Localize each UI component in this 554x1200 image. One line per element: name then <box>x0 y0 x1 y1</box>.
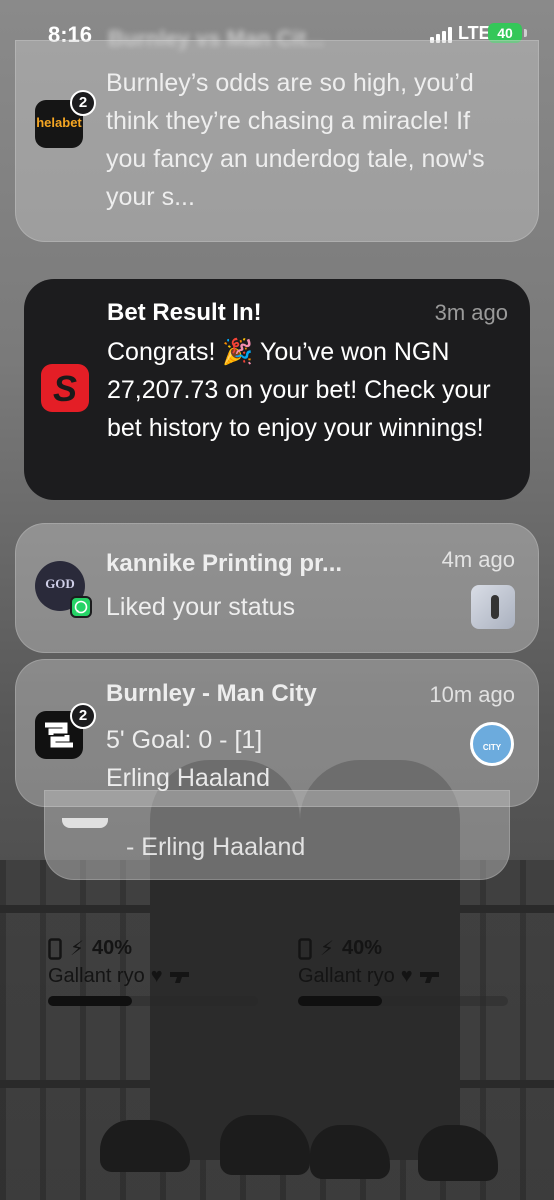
battery-level: 40 <box>497 25 513 41</box>
battery-widget[interactable]: ⚡ 40% Gallant ryo ♥ <box>48 936 258 1016</box>
goal-scorer: Erling Haaland <box>106 764 270 792</box>
notification-title: Bet Result In! <box>107 299 262 326</box>
notification-time: 4m ago <box>441 547 515 572</box>
notification-body: Congrats! 🎉 You’ve won NGN 27,207.73 on … <box>107 338 491 442</box>
battery-tip <box>524 29 527 37</box>
sportybet-app-icon: S <box>41 364 89 412</box>
notification-match-goal[interactable]: 2 Burnley - Man City 10m ago 5' Goal: 0 … <box>15 659 539 807</box>
heart-icon: ♥ <box>150 965 163 987</box>
device-name: Gallant ryo <box>48 965 145 987</box>
whatsapp-icon <box>70 596 92 618</box>
battery-progress-track <box>48 996 258 1006</box>
notification-count-badge: 2 <box>70 90 96 116</box>
battery-widget[interactable]: ⚡ 40% Gallant ryo ♥ <box>298 936 508 1016</box>
phone-icon <box>298 937 312 960</box>
app-icon-peek <box>62 818 108 828</box>
battery-progress-fill <box>48 996 132 1006</box>
notification-time: 3m ago <box>434 300 508 325</box>
notification-time: 10m ago <box>429 682 515 707</box>
crest-text: CITY <box>482 743 502 752</box>
notification-title: kannike Printing pr... <box>106 550 343 577</box>
notification-whatsapp[interactable]: GOD kannike Printing pr... 4m ago Liked … <box>15 523 539 653</box>
notification-title: Burnley - Man City <box>106 680 317 707</box>
pistol-icon <box>419 971 439 983</box>
battery-progress-track <box>298 996 508 1006</box>
man-city-crest: CITY <box>470 722 514 766</box>
helabet-logo-text: helabet <box>36 115 82 130</box>
goal-score-line: 5' Goal: 0 - [1] <box>106 726 263 754</box>
battery-percent: 40% <box>92 937 133 959</box>
battery-progress-fill <box>298 996 382 1006</box>
notification-body: - Erling Haaland <box>126 833 306 861</box>
heart-icon: ♥ <box>400 965 413 987</box>
notification-bet-result[interactable]: S Bet Result In! 3m ago Congrats! 🎉 You’… <box>24 279 530 500</box>
notification-count-badge: 2 <box>70 703 96 729</box>
status-thumbnail <box>471 585 515 629</box>
phone-icon <box>48 937 62 960</box>
sportybet-logo: S <box>52 368 77 409</box>
notification-body: Liked your status <box>106 593 295 621</box>
pistol-icon <box>169 971 189 983</box>
device-name: Gallant ryo <box>298 965 395 987</box>
battery-percent: 40% <box>342 937 383 959</box>
notification-body: Burnley’s odds are so high, you’d think … <box>106 69 485 211</box>
avatar-text: GOD <box>45 576 75 591</box>
bolt-icon: ⚡ <box>320 938 335 960</box>
notification-helabet[interactable]: helabet 2 Burnley’s odds are so high, yo… <box>15 40 539 242</box>
bolt-icon: ⚡ <box>70 938 85 960</box>
